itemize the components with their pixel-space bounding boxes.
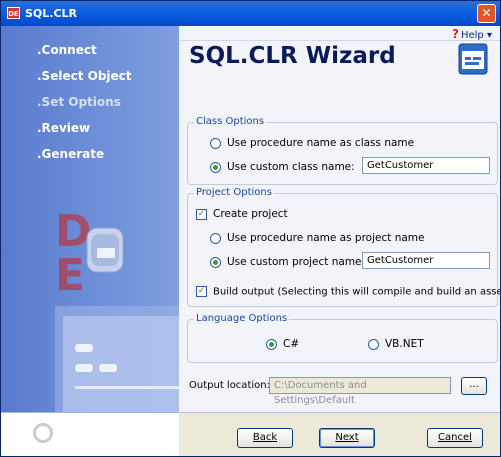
- svg-text:E: E: [55, 250, 85, 301]
- help-icon: ?: [452, 27, 459, 41]
- back-button[interactable]: Back: [237, 428, 293, 448]
- close-icon: ✕: [481, 6, 492, 20]
- language-options-title: Language Options: [194, 313, 290, 324]
- class-name-input[interactable]: GetCustomer: [362, 157, 490, 174]
- radio-icon: [368, 338, 379, 350]
- window-title: SQL.CLR: [25, 7, 78, 20]
- step-connect[interactable]: .Connect: [37, 43, 97, 57]
- close-button[interactable]: ✕: [477, 4, 496, 23]
- step-set-options[interactable]: .Set Options: [37, 95, 121, 109]
- sidebar-decoration-graphic: D E: [55, 206, 179, 412]
- checkbox-checked-icon: ✓: [196, 208, 207, 220]
- help-menu[interactable]: ? Help ▾: [452, 27, 492, 41]
- progress-spinner-icon: [33, 423, 53, 443]
- progress-area: [1, 412, 179, 456]
- step-generate[interactable]: .Generate: [37, 147, 104, 161]
- cancel-button[interactable]: Cancel: [427, 428, 483, 448]
- next-button[interactable]: Next: [319, 428, 375, 448]
- checkbox-checked-icon: ✓: [196, 286, 207, 297]
- language-vbnet-radio[interactable]: VB.NET: [368, 338, 424, 350]
- options-panel: ? Help ▾ SQL.CLR Wizard Class Options Use…: [179, 26, 500, 412]
- page-title: SQL.CLR Wizard: [189, 43, 396, 69]
- step-review[interactable]: .Review: [37, 121, 90, 135]
- language-options-group: Language Options C# VB.NET: [187, 313, 498, 363]
- wizard-steps-sidebar: .Connect .Select Object .Set Options .Re…: [1, 26, 179, 412]
- wizard-window-icon: [458, 43, 488, 75]
- create-project-checkbox[interactable]: ✓ Create project: [196, 208, 288, 220]
- language-csharp-radio[interactable]: C#: [266, 338, 299, 350]
- app-icon: DE: [7, 7, 20, 19]
- title-bar[interactable]: DE SQL.CLR ✕: [1, 1, 500, 26]
- project-procedure-name-radio[interactable]: Use procedure name as project name: [210, 232, 424, 244]
- output-location-label: Output location:: [189, 380, 270, 391]
- browse-button[interactable]: ...: [461, 377, 487, 395]
- step-select-object[interactable]: .Select Object: [37, 69, 132, 83]
- project-options-group: Project Options ✓ Create project Use proc…: [187, 187, 500, 307]
- project-options-title: Project Options: [194, 187, 274, 198]
- class-options-title: Class Options: [194, 116, 267, 127]
- project-name-input[interactable]: GetCustomer: [362, 252, 490, 269]
- output-location-input: C:\Documents and Settings\Default: [269, 377, 451, 406]
- project-custom-name-radio[interactable]: Use custom project name:: [210, 256, 365, 268]
- radio-selected-icon: [210, 161, 221, 173]
- radio-selected-icon: [210, 256, 221, 268]
- radio-icon: [210, 137, 221, 149]
- build-output-checkbox[interactable]: ✓ Build output (Selecting this will compi…: [196, 286, 500, 298]
- class-procedure-name-radio[interactable]: Use procedure name as class name: [210, 137, 414, 149]
- radio-selected-icon: [266, 338, 277, 350]
- class-custom-name-radio[interactable]: Use custom class name:: [210, 161, 355, 173]
- class-options-group: Class Options Use procedure name as clas…: [187, 116, 498, 185]
- wizard-navigation: Back Next Cancel: [179, 412, 500, 456]
- wizard-window: DE SQL.CLR ✕ .Connect .Select Object .Se…: [0, 0, 501, 457]
- panel-toolbar: ? Help ▾: [179, 26, 500, 41]
- radio-icon: [210, 232, 221, 244]
